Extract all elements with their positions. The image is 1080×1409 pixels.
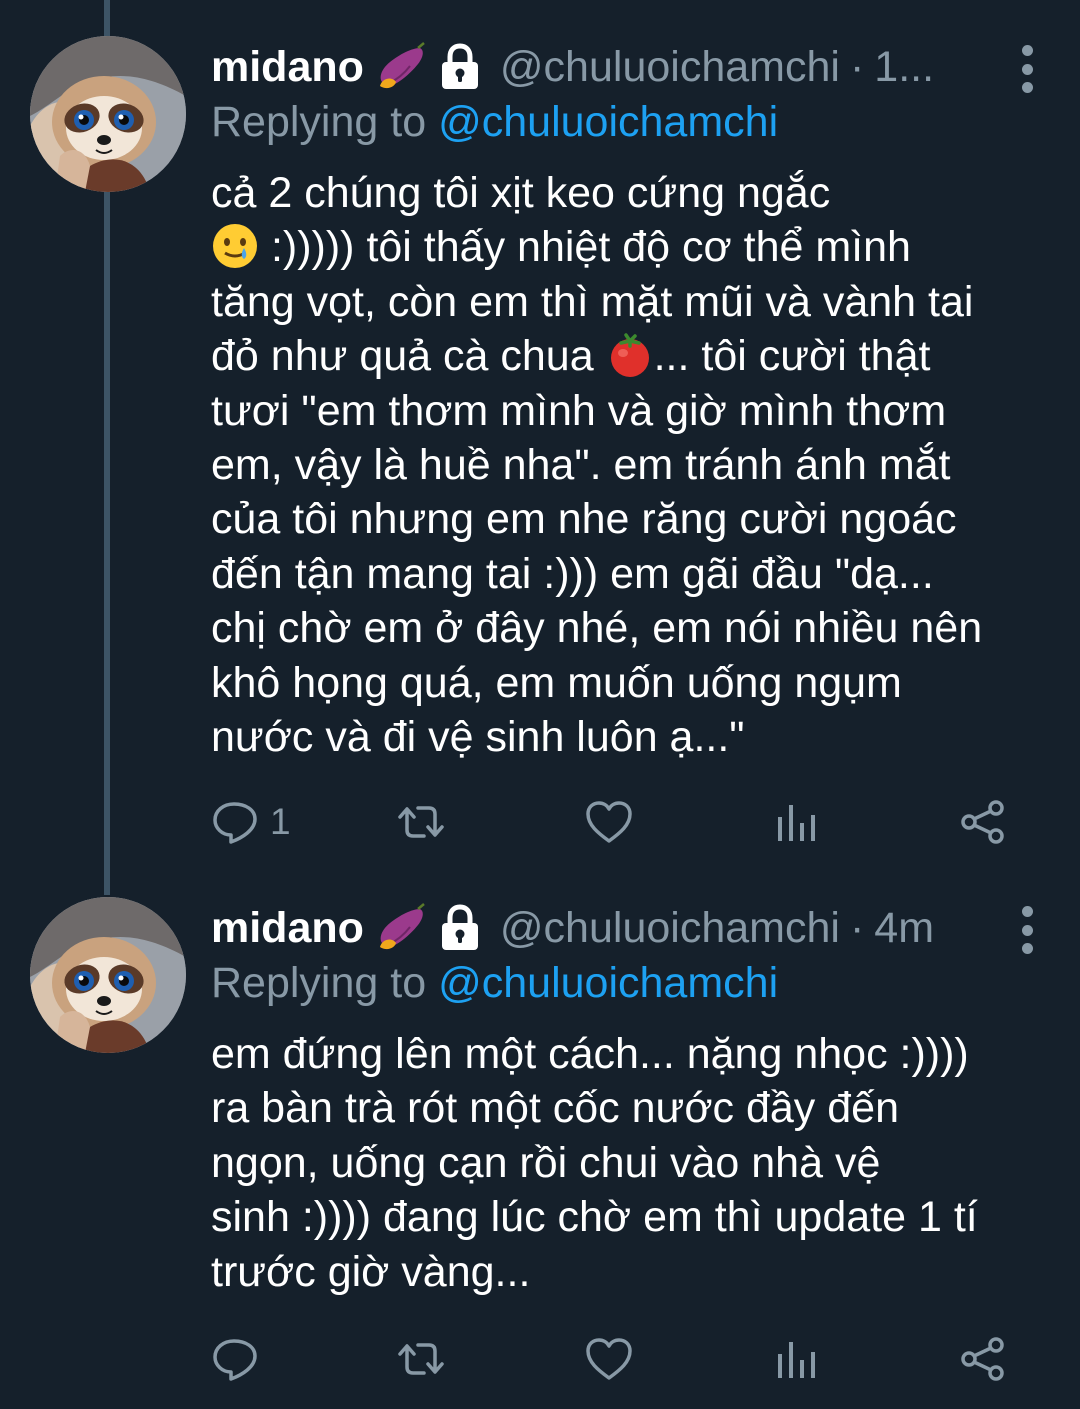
replying-to-label: Replying to	[211, 959, 427, 1007]
replying-to-handle-link[interactable]: @chuluoichamchi	[438, 98, 778, 146]
share-button[interactable]	[958, 794, 1008, 850]
retweet-button[interactable]	[396, 794, 446, 850]
lock-icon	[434, 902, 486, 954]
tweet-text-line: của tôi nhưng em nhe răng cười ngoác	[211, 495, 957, 544]
tweet-text-line: ngọn, uống cạn rồi chui vào nhà vệ	[211, 1138, 881, 1187]
replying-to: Replying to @chuluoichamchi	[211, 953, 778, 1013]
tweet[interactable]: midano @chuluoichamchi · 1... Replying t…	[0, 0, 1080, 880]
tomato-emoji	[606, 331, 654, 379]
replying-to-handle-link[interactable]: @chuluoichamchi	[438, 959, 778, 1007]
like-button[interactable]	[584, 1331, 634, 1387]
reply-count: 1	[270, 801, 291, 842]
timestamp[interactable]: 4m	[874, 898, 934, 958]
user-handle[interactable]: @chuluoichamchi	[500, 898, 840, 958]
tweet-text-line: tươi "em thơm mình và giờ mình thơm	[211, 386, 947, 435]
display-name[interactable]: midano	[211, 898, 364, 958]
analytics-button[interactable]	[770, 794, 820, 850]
tweet-header: midano @chuluoichamchi · 4m	[211, 898, 1040, 958]
separator-dot: ·	[849, 904, 865, 952]
reply-button[interactable]: 1	[210, 794, 291, 850]
tweet-text: em đứng lên một cách... nặng nhọc :)))) …	[211, 1027, 1051, 1299]
reply-icon	[210, 797, 260, 847]
tweet-text-line: chị chờ em ở đây nhé, em nói nhiều nên	[211, 604, 983, 653]
user-handle[interactable]: @chuluoichamchi	[500, 37, 840, 97]
tweet-text-segment: :))))) tôi thấy nhiệt độ cơ thể mình	[270, 223, 911, 272]
reply-button[interactable]	[210, 1331, 270, 1387]
retweet-icon	[396, 1334, 446, 1384]
tweet-text-line: sinh :)))) đang lúc chờ em thì update 1 …	[211, 1193, 978, 1242]
avatar[interactable]	[30, 897, 186, 1053]
more-options-icon[interactable]	[1020, 45, 1034, 93]
tweet-text-line: đến tận mang tai :))) em gãi đầu "dạ...	[211, 549, 934, 598]
like-icon	[584, 797, 634, 847]
avatar[interactable]	[30, 36, 186, 192]
tweet-text-segment: ... tôi cười thật	[653, 332, 931, 381]
tweet-text-line: ra bàn trà rót một cốc nước đầy đến	[211, 1084, 899, 1133]
timestamp[interactable]: 1...	[874, 37, 934, 97]
like-button[interactable]	[584, 794, 634, 850]
retweet-button[interactable]	[396, 1331, 446, 1387]
more-options-icon[interactable]	[1020, 906, 1034, 954]
tweet-text-line: tăng vọt, còn em thì mặt mũi và vành tai	[211, 277, 974, 326]
share-button[interactable]	[958, 1331, 1008, 1387]
analytics-button[interactable]	[770, 1331, 820, 1387]
replying-to: Replying to @chuluoichamchi	[211, 92, 778, 152]
tweet-text-line: em đứng lên một cách... nặng nhọc :))))	[211, 1030, 969, 1078]
analytics-icon	[770, 1334, 820, 1384]
tweet-text-line: nước và đi vệ sinh luôn ạ..."	[211, 712, 745, 761]
display-name[interactable]: midano	[211, 37, 364, 97]
share-icon	[958, 1334, 1008, 1384]
lock-icon	[434, 41, 486, 93]
sweet-potato-emoji	[374, 40, 428, 94]
tweet-text-segment: đỏ như quả cà chua	[211, 332, 594, 381]
retweet-icon	[396, 797, 446, 847]
separator-dot: ·	[849, 43, 865, 91]
tweet-header: midano @chuluoichamchi · 1...	[211, 37, 1040, 97]
avatar-image	[30, 897, 186, 1053]
tweet-actions: 1	[210, 794, 1030, 850]
analytics-icon	[770, 797, 820, 847]
tweet-text-line: trước giờ vàng...	[211, 1247, 531, 1296]
avatar-image	[30, 36, 186, 192]
tweet-text-line: cả 2 chúng tôi xịt keo cứng ngắc	[211, 169, 831, 217]
sweet-potato-emoji	[374, 901, 428, 955]
tweet-text-line: đỏ như quả cà chua ... tôi cười thật	[211, 329, 1051, 383]
tweet-text-line: em, vậy là huề nha". em tránh ánh mắt	[211, 440, 951, 489]
like-icon	[584, 1334, 634, 1384]
timeline: midano @chuluoichamchi · 1... Replying t…	[0, 0, 1080, 1409]
smiling-face-with-tear-emoji	[211, 222, 259, 270]
share-icon	[958, 797, 1008, 847]
tweet-text-line: khô họng quá, em muốn uống ngụm	[211, 658, 902, 707]
tweet[interactable]: midano @chuluoichamchi · 4m Replying to …	[0, 880, 1080, 1409]
tweet-text-line: :))))) tôi thấy nhiệt độ cơ thể mình	[211, 220, 1051, 274]
tweet-actions	[210, 1331, 1030, 1387]
tweet-text: cả 2 chúng tôi xịt keo cứng ngắc :))))) …	[211, 166, 1051, 764]
reply-icon	[210, 1334, 260, 1384]
replying-to-label: Replying to	[211, 98, 427, 146]
